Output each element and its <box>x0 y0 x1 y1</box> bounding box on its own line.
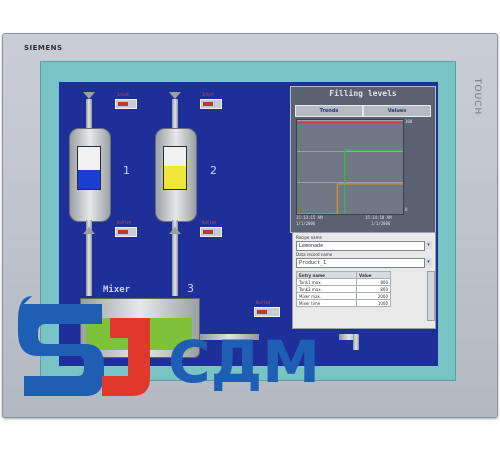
x-date-start: 1/1/2006 <box>296 221 316 226</box>
data-record-field[interactable]: Product_1 <box>296 258 425 268</box>
x-tick-start: 15:13:15 AM <box>296 215 323 220</box>
y-tick-bottom: 0 <box>405 207 408 212</box>
filling-levels-panel: Filling levels Trends Values 100 0 15:13… <box>290 86 436 233</box>
trend-plot-area <box>296 119 404 215</box>
mixer-number: 3 <box>187 282 194 295</box>
recipe-name-field[interactable]: Lemonade <box>296 241 425 251</box>
outlet-pipe-2b <box>172 234 178 296</box>
tank2-inlet-label: Inlet <box>202 92 215 97</box>
inlet-pipe-2 <box>172 99 178 129</box>
table-row[interactable]: Tank1 max. 800 <box>296 278 392 286</box>
tank2-outlet-status[interactable] <box>200 227 222 237</box>
model-label: TOUCH <box>472 78 482 116</box>
drain-pipe-down <box>353 334 359 350</box>
data-record-dropdown-icon[interactable]: ▾ <box>424 258 432 266</box>
chart-title: Filling levels <box>329 89 397 98</box>
sdm-watermark-logo: СДМ <box>18 296 320 396</box>
col-entry-name: Entry name <box>296 271 357 279</box>
outlet-valve-2[interactable] <box>169 227 181 234</box>
tank2-inlet-status[interactable] <box>200 99 222 109</box>
data-record-label: Data record name <box>296 252 333 257</box>
tank2-outlet-label: Outlet <box>202 220 217 225</box>
trend-series-2 <box>297 183 403 214</box>
tank2-number: 2 <box>210 164 217 177</box>
tab-trends[interactable]: Trends <box>295 105 363 117</box>
x-tick-end: 15:14:10 AM <box>365 215 392 220</box>
outlet-pipe-1b <box>86 234 92 296</box>
tank1-window <box>77 146 101 190</box>
inlet-pipe-1 <box>86 99 92 129</box>
logo-j-mark <box>102 318 150 396</box>
brand-logo: SIEMENS <box>24 44 63 52</box>
recipe-name-label: Recipe name <box>296 235 322 240</box>
trend-chart-svg <box>297 122 403 214</box>
tank1-outlet-label: Outlet <box>117 220 132 225</box>
tank2-fill-level <box>164 166 186 189</box>
x-date-end: 1/1/2006 <box>371 221 391 226</box>
tank1-inlet-status[interactable] <box>115 99 137 109</box>
y-tick-top: 100 <box>405 119 413 124</box>
tank1-inlet-label: Inlet <box>117 92 130 97</box>
tank1-fill-level <box>78 170 100 189</box>
logo-text: СДМ <box>168 328 320 396</box>
tank1-number: 1 <box>123 164 130 177</box>
tank2-window <box>163 146 187 190</box>
col-value: Value <box>355 271 392 279</box>
recipe-scrollbar[interactable] <box>427 271 435 321</box>
recipe-dropdown-icon[interactable]: ▾ <box>424 241 432 249</box>
tank1-outlet-status[interactable] <box>115 227 137 237</box>
logo-s-mark <box>18 296 104 396</box>
mixer-label: Mixer <box>103 285 131 295</box>
inlet-valve-1[interactable] <box>83 92 95 99</box>
trend-series-1 <box>297 149 403 214</box>
outlet-valve-1[interactable] <box>83 227 95 234</box>
tab-values[interactable]: Values <box>363 105 431 117</box>
inlet-valve-2[interactable] <box>169 92 181 99</box>
table-row[interactable]: Tank2 max. 800 <box>296 285 392 293</box>
table-header-row: Entry name Value <box>296 271 392 279</box>
